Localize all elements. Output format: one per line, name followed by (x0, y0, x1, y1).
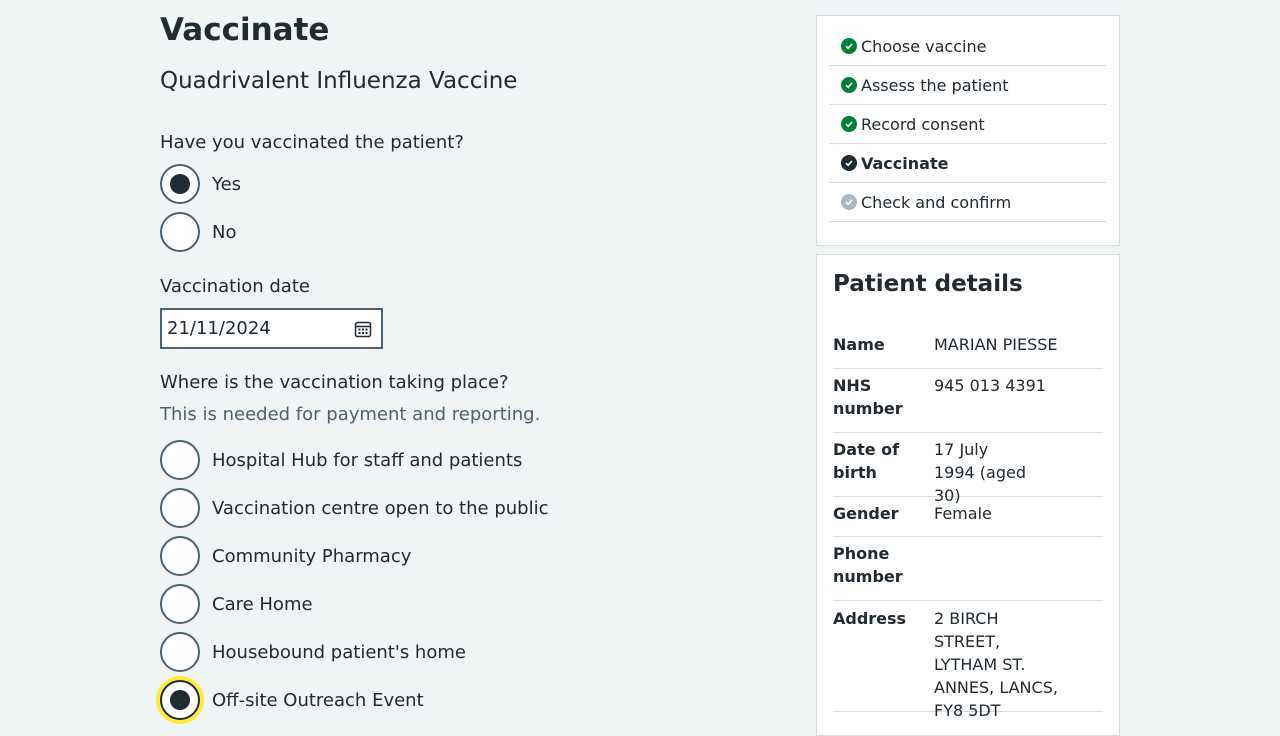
detail-value: 17 July 1994 (aged 30) (934, 440, 1027, 505)
detail-key: Date of birth (833, 440, 900, 482)
step-record-consent[interactable]: Record consent (829, 105, 1106, 144)
radio-label: No (212, 221, 237, 243)
calendar-icon[interactable] (351, 317, 375, 341)
radio-button[interactable] (160, 584, 200, 624)
radio-vaccinated-yes[interactable]: Yes (160, 164, 241, 204)
check-circle-icon (841, 155, 857, 171)
radio-button[interactable] (160, 632, 200, 672)
patient-detail-row-name: Name MARIAN PIESSE (833, 333, 1103, 369)
detail-key: Gender (833, 504, 899, 523)
radio-label: Hospital Hub for staff and patients (212, 449, 523, 471)
detail-key: Phone number (833, 544, 903, 586)
step-check-and-confirm[interactable]: Check and confirm (829, 183, 1106, 222)
check-circle-icon (841, 116, 857, 132)
radio-location-outreach-event[interactable]: Off-site Outreach Event (160, 680, 424, 720)
radio-label: Vaccination centre open to the public (212, 497, 549, 519)
patient-detail-row-address: Address 2 BIRCH STREET, LYTHAM ST. ANNES… (833, 607, 1103, 720)
radio-label: Off-site Outreach Event (212, 689, 424, 711)
step-vaccinate[interactable]: Vaccinate (829, 144, 1106, 183)
radio-location-hospital-hub[interactable]: Hospital Hub for staff and patients (160, 440, 522, 480)
radio-button-selected[interactable] (160, 164, 200, 204)
radio-button[interactable] (160, 536, 200, 576)
patient-details-title: Patient details (833, 271, 1023, 297)
radio-label: Housebound patient's home (212, 641, 466, 663)
detail-value: 945 013 4391 (934, 376, 1046, 395)
step-label: Vaccinate (861, 153, 949, 173)
check-circle-icon (841, 77, 857, 93)
step-label: Choose vaccine (861, 36, 987, 56)
patient-detail-row-phone-number: Phone number (833, 542, 1103, 601)
radio-location-care-home[interactable]: Care Home (160, 584, 313, 624)
page-title: Vaccinate (160, 12, 330, 48)
detail-value: 2 BIRCH STREET, LYTHAM ST. ANNES, LANCS,… (934, 609, 1058, 720)
radio-button[interactable] (160, 440, 200, 480)
radio-label: Care Home (212, 593, 313, 615)
detail-key: Address (833, 609, 907, 628)
radio-button[interactable] (160, 212, 200, 252)
detail-key: Name (833, 335, 885, 354)
radio-vaccinated-no[interactable]: No (160, 212, 236, 252)
patient-detail-row-gender: Gender Female (833, 502, 1103, 537)
step-label: Check and confirm (861, 192, 1012, 212)
detail-key: NHS number (833, 376, 903, 418)
date-value[interactable]: 21/11/2024 (162, 318, 351, 339)
step-label: Record consent (861, 114, 985, 134)
radio-label: Community Pharmacy (212, 545, 412, 567)
task-steps-panel: Choose vaccine Assess the patient Record… (816, 15, 1120, 246)
step-label: Assess the patient (861, 75, 1009, 95)
location-question-label: Where is the vaccination taking place? (160, 372, 509, 393)
location-hint: This is needed for payment and reporting… (160, 404, 541, 425)
check-circle-icon (841, 194, 857, 210)
vaccinated-question-label: Have you vaccinated the patient? (160, 132, 464, 153)
vaccine-name: Quadrivalent Influenza Vaccine (160, 68, 518, 94)
detail-value: Female (934, 504, 992, 523)
radio-location-community-pharmacy[interactable]: Community Pharmacy (160, 536, 411, 576)
radio-location-vaccination-centre[interactable]: Vaccination centre open to the public (160, 488, 548, 528)
radio-label: Yes (212, 173, 242, 195)
radio-button[interactable] (160, 488, 200, 528)
radio-location-housebound[interactable]: Housebound patient's home (160, 632, 466, 672)
detail-value: MARIAN PIESSE (934, 335, 1058, 354)
vaccination-date-label: Vaccination date (160, 276, 310, 297)
patient-detail-row-nhs-number: NHS number 945 013 4391 (833, 374, 1103, 433)
patient-details-panel: Patient details Name MARIAN PIESSE NHS n… (816, 254, 1120, 736)
step-assess-patient[interactable]: Assess the patient (829, 66, 1106, 105)
step-choose-vaccine[interactable]: Choose vaccine (829, 27, 1106, 66)
check-circle-icon (841, 38, 857, 54)
patient-detail-row-date-of-birth: Date of birth 17 July 1994 (aged 30) (833, 438, 1103, 505)
vaccination-date-input[interactable]: 21/11/2024 (160, 308, 383, 349)
radio-button-selected[interactable] (160, 680, 200, 720)
